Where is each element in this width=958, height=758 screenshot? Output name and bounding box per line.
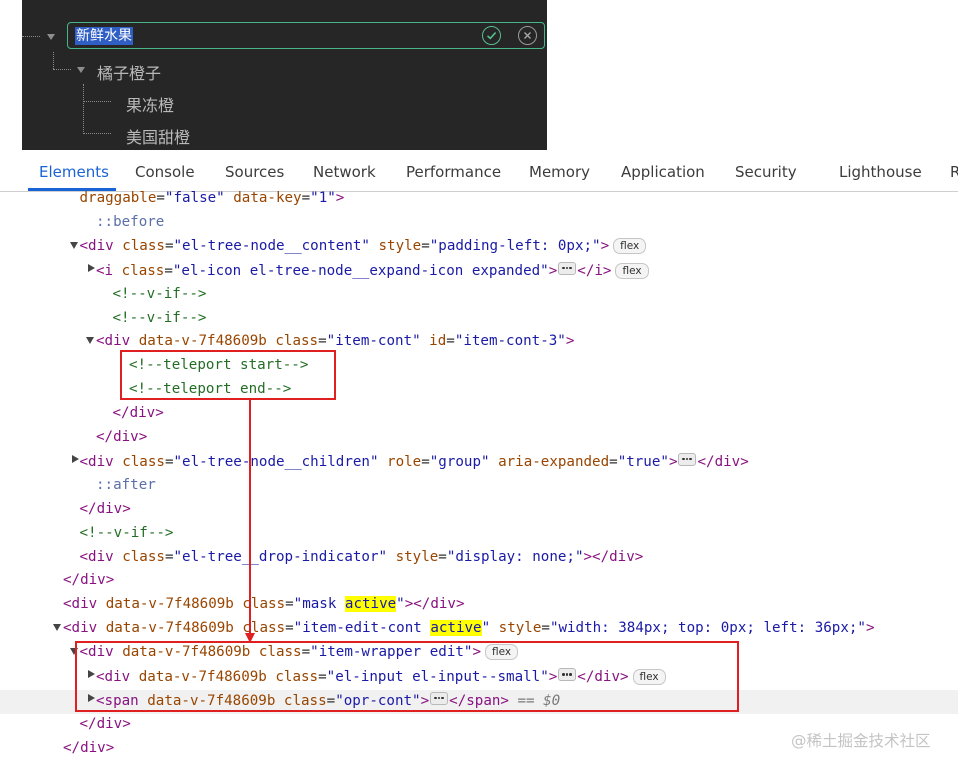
- watermark: @稀土掘金技术社区: [791, 732, 931, 750]
- annotation-arrow: [245, 400, 255, 643]
